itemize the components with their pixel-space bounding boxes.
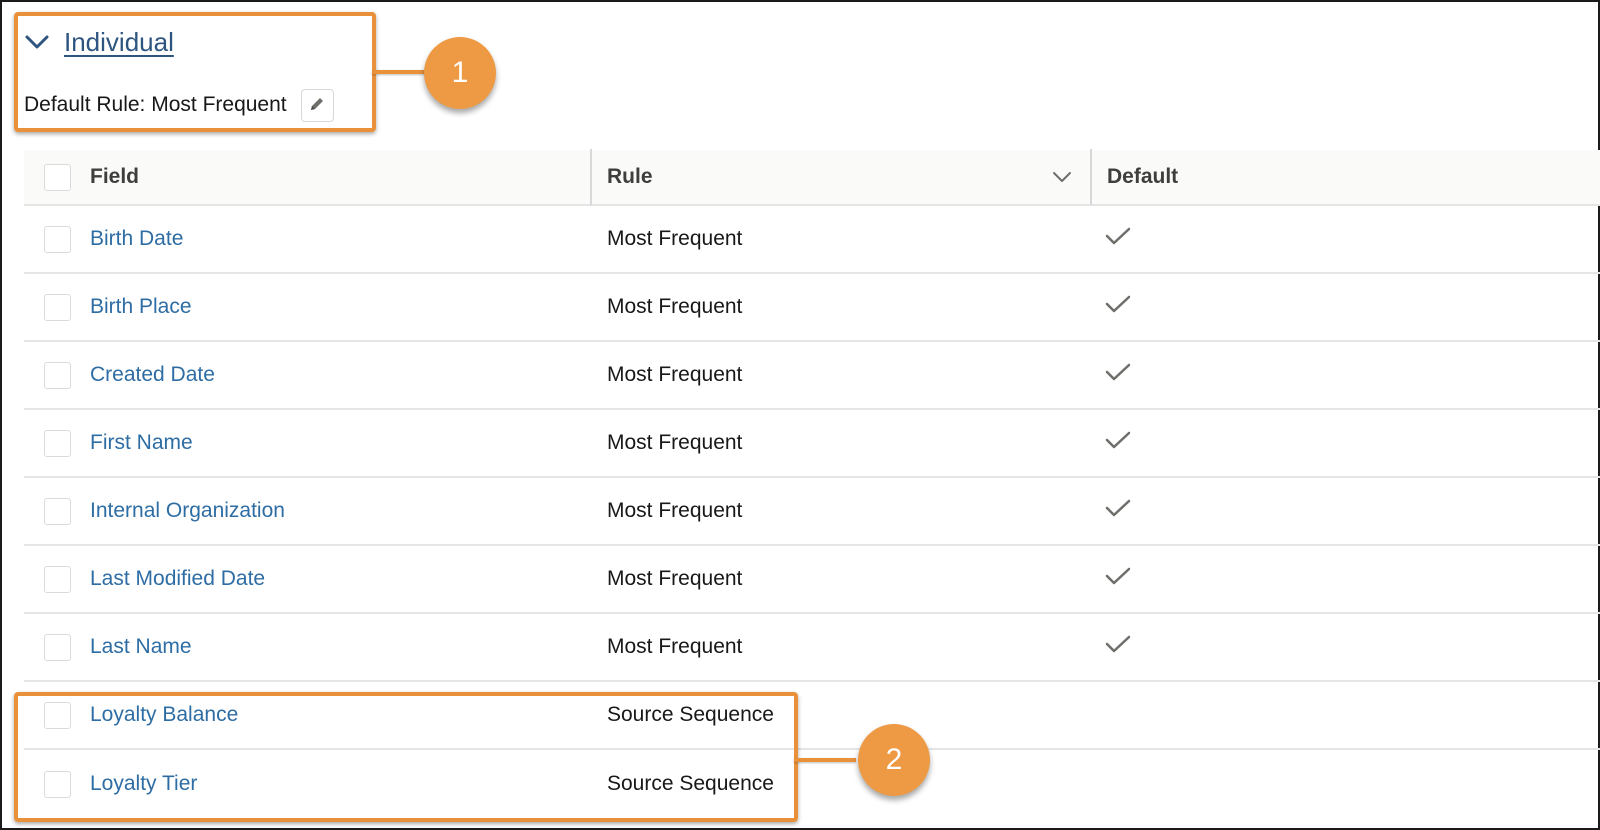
default-cell [1090, 682, 1600, 748]
column-header-default-label: Default [1107, 165, 1179, 188]
default-cell [1090, 342, 1600, 408]
select-all-cell [24, 163, 90, 191]
table-row: First Name Most Frequent [24, 410, 1600, 478]
rule-value: Most Frequent [607, 227, 743, 250]
callout-1-badge: 1 [424, 37, 496, 109]
table-row: Birth Place Most Frequent [24, 274, 1600, 342]
table-row: Last Name Most Frequent [24, 614, 1600, 682]
callout-1-box [14, 12, 376, 132]
checkmark-icon [1104, 362, 1132, 388]
row-select-cell [24, 361, 90, 389]
rule-value: Most Frequent [607, 499, 743, 522]
callout-2-connector [794, 758, 856, 762]
row-checkbox[interactable] [43, 361, 71, 389]
row-checkbox[interactable] [43, 633, 71, 661]
chevron-down-icon[interactable] [1052, 165, 1072, 189]
checkmark-icon [1104, 566, 1132, 592]
default-cell [1090, 614, 1600, 680]
callout-2-box [14, 692, 798, 822]
default-cell [1090, 274, 1600, 340]
rule-value: Most Frequent [607, 363, 743, 386]
callout-1-connector [372, 70, 428, 74]
default-cell [1090, 410, 1600, 476]
checkmark-icon [1104, 294, 1132, 320]
field-link[interactable]: Last Modified Date [90, 546, 590, 612]
callout-1-number: 1 [451, 56, 469, 89]
field-link[interactable]: Created Date [90, 342, 590, 408]
row-checkbox[interactable] [43, 429, 71, 457]
default-cell [1090, 478, 1600, 544]
table-header: Field Rule Default [24, 149, 1600, 206]
column-header-field[interactable]: Field [90, 149, 590, 205]
checkmark-icon [1104, 430, 1132, 456]
field-link[interactable]: Last Name [90, 614, 590, 680]
table-row: Created Date Most Frequent [24, 342, 1600, 410]
checkmark-icon [1104, 498, 1132, 524]
row-checkbox[interactable] [43, 565, 71, 593]
checkmark-icon [1104, 634, 1132, 660]
rule-value: Most Frequent [607, 567, 743, 590]
column-header-default[interactable]: Default [1090, 149, 1600, 205]
select-all-checkbox[interactable] [43, 163, 71, 191]
row-select-cell [24, 429, 90, 457]
row-checkbox[interactable] [43, 293, 71, 321]
row-checkbox[interactable] [43, 497, 71, 525]
row-select-cell [24, 565, 90, 593]
screenshot-frame: Individual Default Rule: Most Frequent F… [0, 0, 1600, 830]
default-cell [1090, 546, 1600, 612]
rule-value: Most Frequent [607, 431, 743, 454]
table-row: Birth Date Most Frequent [24, 206, 1600, 274]
row-select-cell [24, 633, 90, 661]
default-cell [1090, 206, 1600, 272]
field-link[interactable]: First Name [90, 410, 590, 476]
table-row: Last Modified Date Most Frequent [24, 546, 1600, 614]
field-link[interactable]: Internal Organization [90, 478, 590, 544]
row-checkbox[interactable] [43, 225, 71, 253]
row-select-cell [24, 293, 90, 321]
table-row: Internal Organization Most Frequent [24, 478, 1600, 546]
row-select-cell [24, 225, 90, 253]
field-link[interactable]: Birth Place [90, 274, 590, 340]
column-header-rule-label: Rule [607, 165, 653, 188]
default-cell [1090, 750, 1600, 818]
column-header-field-label: Field [90, 165, 140, 188]
checkmark-icon [1104, 226, 1132, 252]
callout-2-number: 2 [885, 743, 903, 776]
callout-2-badge: 2 [858, 724, 930, 796]
column-header-rule[interactable]: Rule [590, 149, 1090, 205]
field-link[interactable]: Birth Date [90, 206, 590, 272]
rule-value: Most Frequent [607, 295, 743, 318]
row-select-cell [24, 497, 90, 525]
rule-value: Most Frequent [607, 635, 743, 658]
